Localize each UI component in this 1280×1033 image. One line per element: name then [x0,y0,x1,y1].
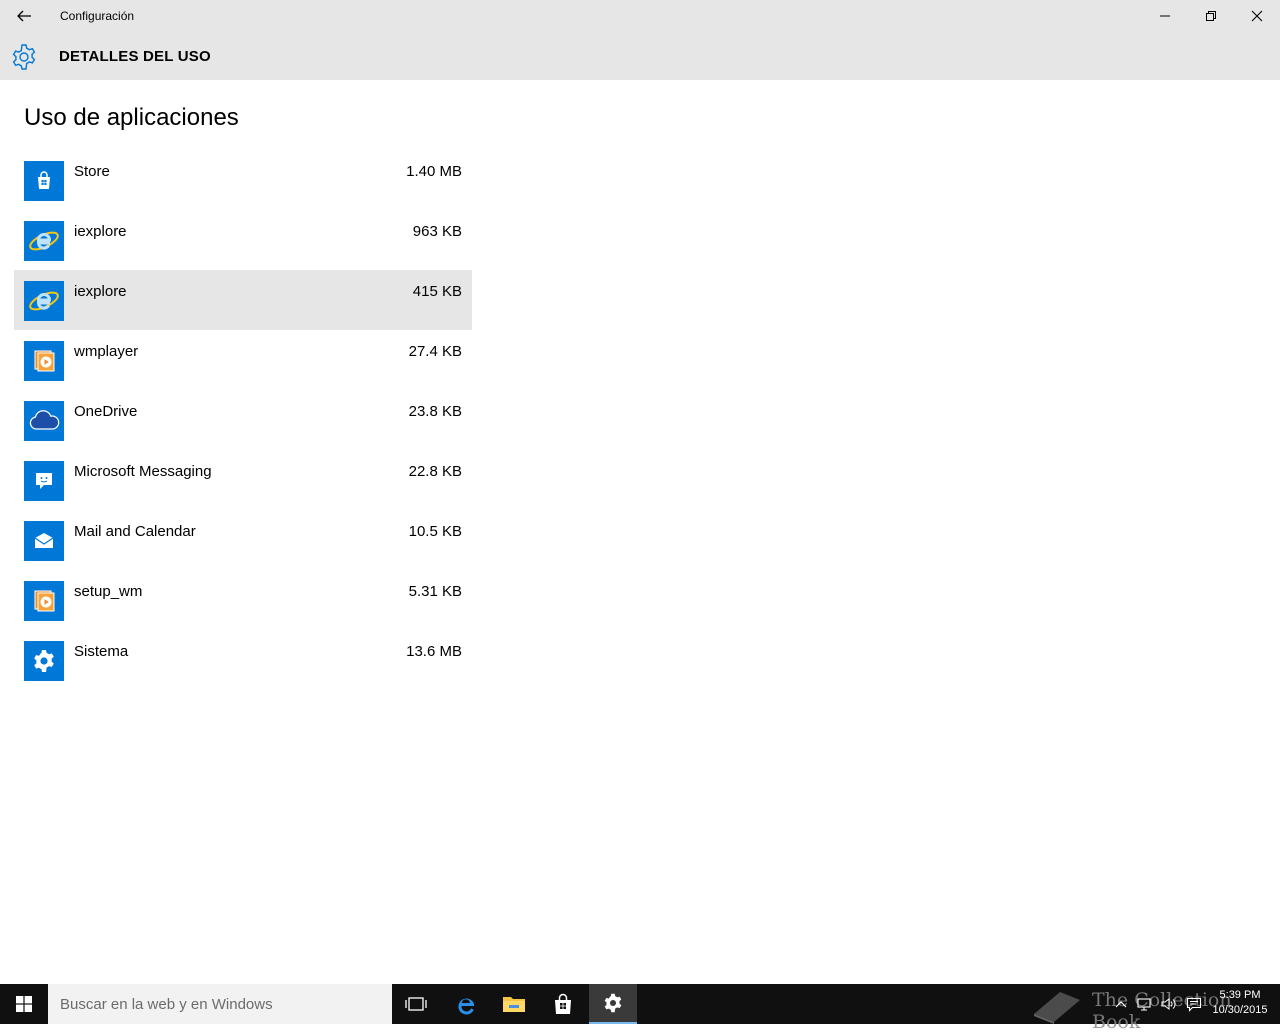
page-header: DETALLES DEL USO [0,32,1280,80]
app-name: setup_wm [74,583,143,600]
internet-explorer-icon [24,221,64,261]
app-name: Mail and Calendar [74,523,196,540]
app-name: iexplore [74,283,127,300]
action-center-button[interactable] [1184,984,1204,1024]
store-icon [24,161,64,201]
edge-icon [458,998,474,1015]
task-view-icon [405,997,427,1011]
window-title: Configuración [60,9,135,23]
restore-icon [1206,11,1216,21]
app-size: 27.4 KB [408,343,462,360]
app-name: Store [74,163,110,180]
internet-explorer-icon [24,281,64,321]
taskbar-edge-button[interactable] [442,984,490,1024]
windows-logo-icon [16,996,32,1012]
media-player-icon [24,581,64,621]
page-title: DETALLES DEL USO [59,48,211,65]
app-size: 23.8 KB [408,403,462,420]
app-size: 963 KB [412,223,462,240]
taskbar-explorer-button[interactable] [490,984,538,1024]
taskbar-clock[interactable]: 5:39 PM 10/30/2015 [1208,988,1272,1018]
app-size: 13.6 MB [406,643,462,660]
app-row-store[interactable]: Store 1.40 MB [14,150,472,210]
network-icon [1137,998,1151,1011]
app-row-iexplore[interactable]: iexplore 963 KB [14,210,472,270]
app-name: OneDrive [74,403,138,420]
gear-icon [12,44,36,70]
app-row-mail-calendar[interactable]: Mail and Calendar 10.5 KB [14,510,472,570]
app-name: Microsoft Messaging [74,463,212,480]
app-row-wmplayer[interactable]: wmplayer 27.4 KB [14,330,472,390]
back-arrow-icon [17,10,31,22]
app-size: 415 KB [412,283,462,300]
volume-icon [1161,998,1176,1010]
maximize-button[interactable] [1188,0,1234,32]
gear-icon [24,641,64,681]
volume-tray-button[interactable] [1158,984,1180,1024]
notification-icon [1186,997,1202,1012]
app-row-messaging[interactable]: Microsoft Messaging 22.8 KB [14,450,472,510]
folder-icon [503,997,525,1012]
search-placeholder: Buscar en la web y en Windows [60,996,273,1013]
section-title: Uso de aplicaciones [24,104,239,131]
taskbar-settings-button[interactable] [589,984,637,1024]
app-size: 5.31 KB [408,583,462,600]
start-button[interactable] [0,984,48,1024]
book-icon [1034,992,1080,1024]
app-row-setup-wm[interactable]: setup_wm 5.31 KB [14,570,472,630]
gear-icon [604,993,622,1013]
store-icon [555,993,571,1014]
task-view-button[interactable] [392,984,440,1024]
app-size: 1.40 MB [406,163,462,180]
media-player-icon [24,341,64,381]
app-row-onedrive[interactable]: OneDrive 23.8 KB [14,390,472,450]
close-button[interactable] [1234,0,1280,32]
cloud-icon [24,401,64,441]
back-button[interactable] [0,0,48,32]
minimize-button[interactable] [1142,0,1188,32]
taskbar: Buscar en la web y en Windows The Collec… [0,984,1280,1033]
app-size: 22.8 KB [408,463,462,480]
search-input[interactable]: Buscar en la web y en Windows [48,984,392,1024]
mail-icon [24,521,64,561]
chevron-up-icon [1115,1001,1127,1008]
app-row-iexplore-selected[interactable]: iexplore 415 KB [14,270,472,330]
app-name: iexplore [74,223,127,240]
clock-date: 10/30/2015 [1212,1004,1268,1016]
app-row-sistema[interactable]: Sistema 13.6 MB [14,630,472,690]
tray-overflow-button[interactable] [1112,984,1130,1024]
taskbar-store-button[interactable] [539,984,587,1024]
minimize-icon [1160,15,1170,17]
messaging-icon [24,461,64,501]
app-size: 10.5 KB [408,523,462,540]
app-usage-list: Store 1.40 MB iexplore 963 KB iexplore 4… [14,150,472,690]
close-icon [1251,10,1263,22]
network-tray-button[interactable] [1134,984,1154,1024]
title-bar: Configuración [0,0,1280,32]
app-name: wmplayer [74,343,139,360]
app-name: Sistema [74,643,129,660]
clock-time: 5:39 PM [1219,989,1261,1001]
